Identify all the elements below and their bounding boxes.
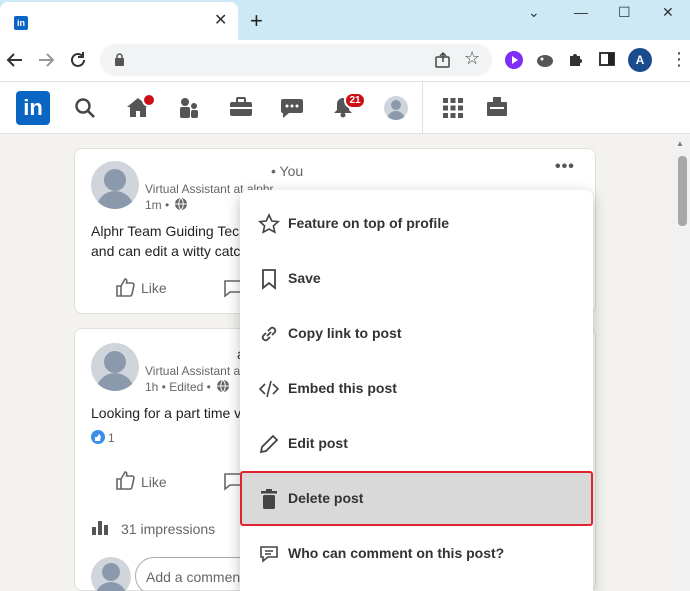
post-more-options-button[interactable]: ••• (555, 158, 575, 176)
menu-item-who-can-comment[interactable]: Who can comment on this post? (240, 526, 593, 581)
menu-item-label: Embed this post (288, 380, 397, 396)
me-avatar[interactable] (384, 96, 408, 120)
home-notification-dot (142, 93, 156, 107)
menu-item-save[interactable]: Save (240, 251, 593, 306)
side-panel-icon[interactable] (598, 50, 616, 68)
menu-item-label: Feature on top of profile (288, 215, 449, 231)
like-thumb-icon[interactable] (115, 470, 135, 490)
extension-elephant-icon[interactable] (535, 50, 555, 70)
post-author-you-label: • You (271, 163, 304, 179)
scroll-up-arrow-icon[interactable]: ▲ (676, 139, 684, 148)
advertise-icon[interactable] (486, 96, 508, 118)
scrollbar-thumb[interactable] (678, 156, 687, 226)
commenter-avatar (91, 557, 131, 591)
work-grid-icon[interactable] (442, 97, 464, 119)
menu-item-label: Save (288, 270, 321, 286)
post-timestamp: 1m • (145, 198, 170, 212)
like-button[interactable]: Like (141, 474, 167, 490)
menu-item-embed[interactable]: Embed this post (240, 361, 593, 416)
menu-item-label: Who can comment on this post? (288, 545, 505, 561)
menu-item-label: Delete post (288, 490, 364, 506)
header-divider (422, 82, 423, 134)
menu-item-edit[interactable]: Edit post (240, 416, 593, 471)
linkedin-logo[interactable]: in (16, 91, 50, 125)
browser-toolbar: ☆ A ⋮ (0, 40, 690, 82)
trash-icon (261, 489, 277, 509)
menu-item-feature-on-top[interactable]: Feature on top of profile (240, 196, 593, 251)
maximize-button[interactable]: ☐ (618, 4, 631, 21)
like-button[interactable]: Like (141, 280, 167, 296)
browser-tab-linkedin[interactable]: in ✕ (0, 2, 238, 40)
globe-icon (175, 197, 187, 211)
tab-search-button[interactable]: ⌄ (528, 4, 540, 21)
author-avatar[interactable] (91, 343, 139, 391)
like-reaction-icon (91, 430, 105, 444)
notifications-badge: 21 (344, 92, 366, 109)
browser-tab-strip: in ✕ + ⌄ — ☐ ✕ (0, 0, 690, 40)
menu-item-delete[interactable]: Delete post (240, 471, 593, 526)
pencil-icon (259, 434, 279, 454)
messaging-icon[interactable] (280, 97, 304, 119)
linkedin-favicon-icon: in (14, 16, 28, 30)
code-icon (258, 380, 280, 398)
post-timestamp: 1h • Edited • (145, 380, 211, 394)
back-arrow-icon[interactable] (6, 51, 24, 69)
reload-icon[interactable] (69, 51, 87, 69)
my-network-icon[interactable] (178, 97, 200, 119)
globe-icon (217, 379, 229, 393)
star-icon (258, 213, 280, 234)
forward-arrow-icon[interactable] (37, 51, 55, 69)
post-text-line-2: and can edit a witty catch (91, 243, 249, 259)
share-icon[interactable] (434, 51, 452, 69)
menu-item-copy-link[interactable]: Copy link to post (240, 306, 593, 361)
author-avatar[interactable] (91, 161, 139, 209)
analytics-bar-icon (92, 521, 108, 535)
browser-menu-icon[interactable]: ⋮ (670, 49, 688, 69)
link-icon (261, 326, 277, 342)
extension-play-icon[interactable] (504, 50, 524, 70)
bookmark-star-icon[interactable]: ☆ (464, 48, 480, 69)
extensions-puzzle-icon[interactable] (567, 50, 585, 68)
impressions-count[interactable]: 31 impressions (121, 521, 215, 537)
linkedin-header: in 21 (0, 82, 690, 134)
comment-icon (260, 546, 278, 563)
new-tab-button[interactable]: + (250, 8, 263, 34)
address-bar[interactable]: ☆ (100, 44, 492, 76)
profile-avatar-button[interactable]: A (628, 48, 652, 72)
reaction-count[interactable]: 1 (108, 431, 115, 445)
search-icon[interactable] (74, 97, 96, 119)
post-options-menu: Feature on top of profile Save Copy link… (240, 190, 593, 591)
minimize-button[interactable]: — (574, 4, 588, 20)
menu-item-label: Edit post (288, 435, 348, 451)
tab-close-button[interactable]: ✕ (214, 11, 227, 31)
menu-item-label: Copy link to post (288, 325, 402, 341)
post-text: Looking for a part time v (91, 405, 242, 421)
window-close-button[interactable]: ✕ (662, 4, 674, 21)
like-thumb-icon[interactable] (115, 277, 135, 297)
post-text-line-1: Alphr Team Guiding Tech (91, 223, 247, 239)
lock-icon (115, 53, 124, 66)
jobs-icon[interactable] (229, 97, 253, 117)
bookmark-icon (262, 269, 276, 290)
